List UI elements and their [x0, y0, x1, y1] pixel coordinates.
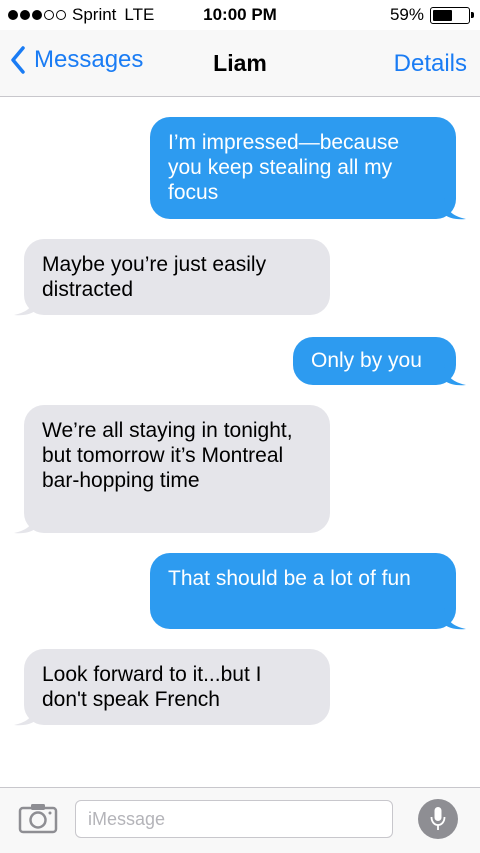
battery-percentage: 59% — [389, 5, 424, 24]
bubble-tail — [444, 608, 466, 630]
message-bubble-sent: That should be a lot of fun — [150, 553, 466, 630]
chevron-left-icon — [11, 46, 25, 74]
microphone-icon — [430, 807, 446, 830]
battery-status: 59% — [389, 5, 474, 25]
details-button[interactable]: Details — [394, 50, 467, 78]
camera-button[interactable] — [18, 802, 58, 834]
back-button[interactable]: Messages — [10, 46, 143, 74]
back-label: Messages — [34, 46, 144, 73]
message-text: Maybe you’re just easily distracted — [42, 253, 267, 301]
message-text: I’m impressed—because you keep stealing … — [168, 131, 400, 204]
message-bubble-received: Maybe you’re just easily distracted — [14, 239, 330, 316]
bubble-tail — [14, 294, 36, 316]
message-bubble-received: Look forward to it...but I don't speak F… — [14, 649, 330, 726]
bubble-tail — [14, 704, 36, 726]
navigation-bar: Messages Liam Details — [0, 30, 480, 97]
bubble-tail — [444, 198, 466, 220]
microphone-button[interactable] — [418, 799, 458, 839]
message-text: Look forward to it...but I don't speak F… — [42, 663, 262, 711]
message-bubble-received: We’re all staying in tonight, but tomorr… — [14, 405, 330, 534]
bubble-tail — [444, 364, 466, 386]
message-bubble-sent: Only by you — [293, 337, 466, 386]
battery-icon — [430, 6, 474, 24]
message-thread[interactable]: I’m impressed—because you keep stealing … — [0, 97, 480, 787]
bubble-tail — [14, 512, 36, 534]
camera-icon — [18, 804, 58, 834]
message-text: We’re all staying in tonight, but tomorr… — [42, 419, 293, 492]
message-text: That should be a lot of fun — [168, 567, 411, 590]
message-text: Only by you — [311, 349, 422, 372]
compose-bar — [0, 787, 480, 853]
message-bubble-sent: I’m impressed—because you keep stealing … — [150, 117, 466, 220]
status-bar: Sprint LTE 10:00 PM 59% — [0, 0, 480, 30]
message-input[interactable] — [75, 800, 393, 838]
